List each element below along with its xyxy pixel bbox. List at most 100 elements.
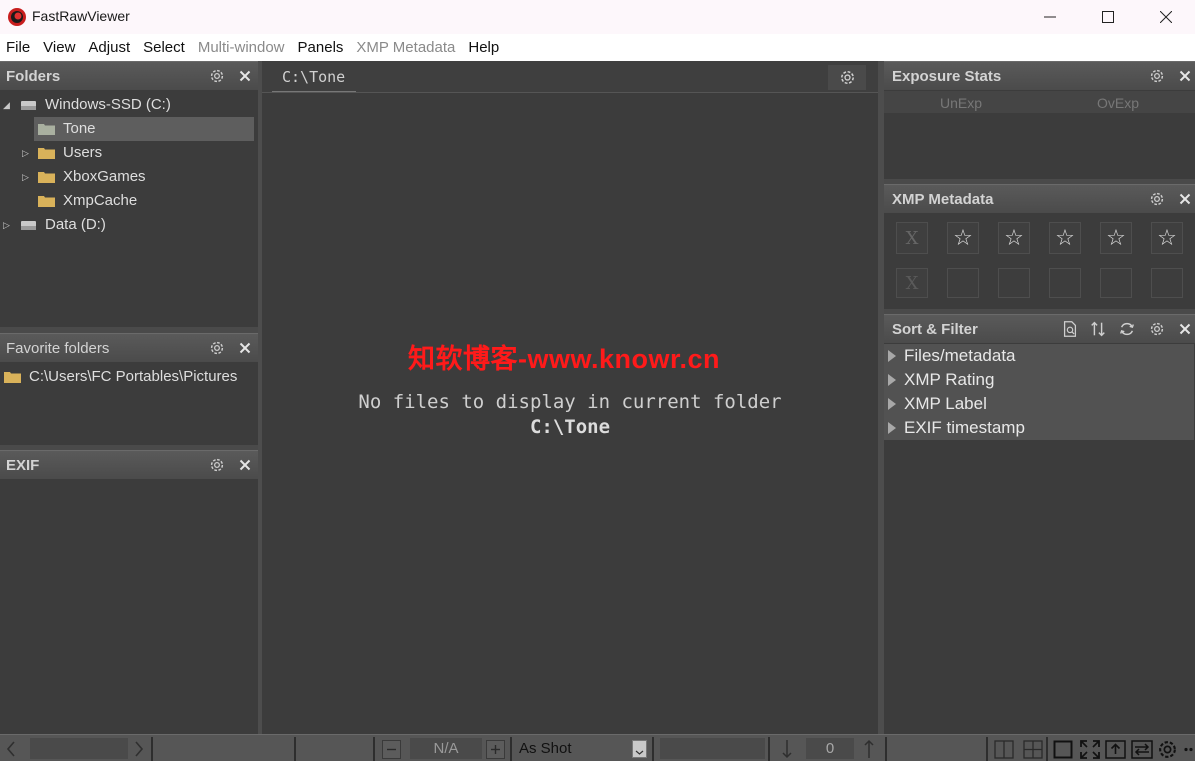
clear-label-button[interactable]: X (896, 268, 928, 298)
zoom-in-button[interactable] (486, 740, 505, 759)
menu-file[interactable]: File (0, 34, 37, 61)
menu-select[interactable]: Select (137, 34, 192, 61)
favorites-panel-title: Favorite folders (6, 340, 110, 357)
gear-icon[interactable] (1148, 190, 1166, 208)
filter-group-label: Files/metadata (904, 346, 1016, 365)
thumbnail-scrollbar[interactable] (30, 738, 128, 759)
close-icon[interactable] (1176, 67, 1194, 85)
collapsed-arrow-icon[interactable]: ▷ (22, 171, 32, 183)
unexp-column-label: UnExp (940, 95, 983, 111)
zoom-out-button[interactable] (382, 740, 401, 759)
menu-panels[interactable]: Panels (292, 34, 351, 61)
rating-1-star-button[interactable]: ☆ (947, 222, 979, 254)
maximize-button[interactable] (1079, 0, 1137, 34)
color-label-button[interactable] (947, 268, 979, 298)
tree-item-windows-ssd[interactable]: ◢ Windows-SSD (C:) (0, 93, 254, 117)
tree-item-label: Users (63, 144, 103, 161)
tree-item-users[interactable]: ▷ Users (0, 141, 254, 165)
minus-icon (387, 748, 396, 751)
close-window-button[interactable] (1137, 0, 1195, 34)
white-balance-value[interactable]: As Shot (519, 740, 572, 757)
exposure-stats-panel: Exposure Stats UnExp OvExp (884, 61, 1195, 179)
rating-2-star-button[interactable]: ☆ (998, 222, 1030, 254)
color-label-button[interactable] (1151, 268, 1183, 298)
filter-group-label: XMP Label (904, 394, 987, 413)
color-label-button[interactable] (1100, 268, 1132, 298)
gear-icon[interactable] (208, 67, 226, 85)
path-tab[interactable]: C:\Tone (272, 67, 356, 92)
close-icon[interactable] (236, 456, 254, 474)
star-icon: ☆ (1004, 225, 1024, 251)
settings-gear-icon[interactable] (1157, 739, 1178, 760)
gear-icon[interactable] (208, 339, 226, 357)
grid-view-icon[interactable] (1023, 740, 1043, 759)
maximize-icon (1102, 11, 1114, 23)
gear-icon[interactable] (1148, 320, 1166, 338)
status-info-field (660, 738, 765, 759)
expand-arrow-icon (888, 422, 896, 434)
menu-view[interactable]: View (37, 34, 82, 61)
menu-xmp-metadata[interactable]: XMP Metadata (350, 34, 462, 61)
search-file-icon[interactable] (1061, 320, 1079, 338)
minimize-button[interactable] (1021, 0, 1079, 34)
zoom-field[interactable]: N/A (410, 738, 482, 759)
counter-field[interactable]: 0 (806, 738, 854, 759)
arrow-up-icon[interactable] (862, 739, 876, 759)
more-icon[interactable] (1182, 739, 1194, 760)
close-icon[interactable] (1176, 190, 1194, 208)
rating-3-star-button[interactable]: ☆ (1049, 222, 1081, 254)
menu-adjust[interactable]: Adjust (82, 34, 137, 61)
sort-order-icon[interactable] (1089, 320, 1107, 338)
empty-folder-path: C:\Tone (529, 416, 611, 438)
tree-item-xmpcache[interactable]: XmpCache (0, 189, 254, 213)
folder-icon (38, 148, 55, 159)
scroll-left-icon[interactable] (6, 741, 16, 757)
filter-group-xmp-label[interactable]: XMP Label (884, 392, 1194, 416)
arrow-down-icon[interactable] (780, 739, 794, 759)
folders-panel-title: Folders (6, 68, 61, 85)
favorite-folder-item[interactable]: C:\Users\FC Portables\Pictures (0, 365, 254, 389)
color-label-button[interactable] (1049, 268, 1081, 298)
xmp-metadata-panel: XMP Metadata X ☆ ☆ ☆ ☆ ☆ X (884, 184, 1195, 309)
export-icon[interactable] (1105, 740, 1126, 759)
color-label-button[interactable] (998, 268, 1030, 298)
filter-group-files-metadata[interactable]: Files/metadata (884, 344, 1194, 368)
window-title: FastRawViewer (32, 8, 130, 24)
collapsed-arrow-icon[interactable]: ▷ (3, 219, 13, 231)
menu-multi-window[interactable]: Multi-window (192, 34, 292, 61)
single-view-icon[interactable] (1053, 740, 1073, 759)
menu-help[interactable]: Help (462, 34, 506, 61)
white-balance-dropdown[interactable] (632, 740, 647, 758)
browser-settings-button[interactable] (828, 65, 866, 90)
reject-label: X (905, 227, 919, 249)
fullscreen-icon[interactable] (1079, 739, 1101, 760)
filter-group-xmp-rating[interactable]: XMP Rating (884, 368, 1194, 392)
two-up-view-icon[interactable] (994, 740, 1014, 759)
close-icon[interactable] (236, 339, 254, 357)
tree-item-data-d[interactable]: ▷ Data (D:) (0, 213, 254, 237)
refresh-icon[interactable] (1118, 320, 1136, 338)
browser-tabbar: C:\Tone (262, 61, 878, 93)
drive-icon (21, 101, 36, 110)
sort-panel-header: Sort & Filter (884, 314, 1195, 343)
tree-item-xboxgames[interactable]: ▷ XboxGames (0, 165, 254, 189)
zoom-value: N/A (433, 740, 459, 757)
close-icon (1160, 11, 1172, 23)
gear-icon[interactable] (208, 456, 226, 474)
collapsed-arrow-icon[interactable]: ▷ (22, 147, 32, 159)
reject-button[interactable]: X (896, 222, 928, 254)
close-icon[interactable] (236, 67, 254, 85)
close-icon[interactable] (1176, 320, 1194, 338)
rating-5-star-button[interactable]: ☆ (1151, 222, 1183, 254)
rating-4-star-button[interactable]: ☆ (1100, 222, 1132, 254)
swap-icon[interactable] (1131, 740, 1153, 759)
exposure-columns-header: UnExp OvExp (884, 91, 1195, 113)
tree-item-label: Tone (63, 120, 96, 137)
tree-item-tone[interactable]: Tone (34, 117, 254, 141)
empty-folder-message: No files to display in current folder (358, 391, 782, 413)
scroll-right-icon[interactable] (134, 741, 144, 757)
expanded-arrow-icon[interactable]: ◢ (3, 99, 13, 111)
gear-icon[interactable] (1148, 67, 1166, 85)
filter-group-exif-timestamp[interactable]: EXIF timestamp (884, 416, 1194, 440)
folder-icon (38, 196, 55, 207)
